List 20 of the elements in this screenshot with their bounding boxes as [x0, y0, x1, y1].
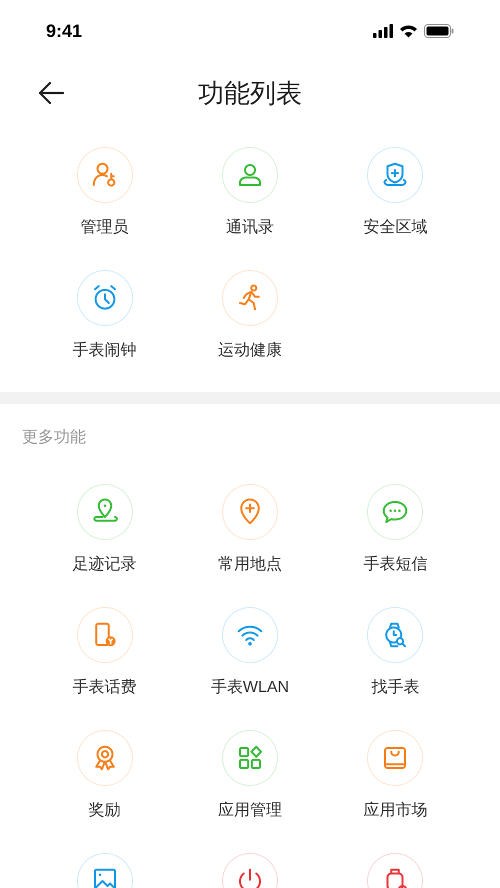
- wifi-icon: [399, 24, 418, 38]
- function-label: 应用管理: [218, 800, 282, 821]
- function-label: 奖励: [88, 801, 121, 821]
- function-label: 手表话费: [72, 678, 137, 698]
- signal-icon: [373, 24, 393, 38]
- function-label: 管理员: [80, 218, 129, 238]
- function-label: 安全区域: [363, 218, 428, 238]
- function-label: 足迹记录: [72, 554, 137, 575]
- function-label: 运动健康: [218, 340, 282, 361]
- function-label: 通讯录: [226, 218, 274, 238]
- function-label: 找手表: [371, 678, 420, 698]
- function-label: 手表WLAN: [210, 678, 290, 698]
- status-time: 9:41: [46, 20, 82, 42]
- battery-icon: [424, 24, 454, 38]
- function-label: 手表闹钟: [72, 340, 137, 361]
- section-title: 更多功能: [22, 429, 86, 446]
- function-label: 应用市场: [363, 800, 428, 821]
- function-label: 手表短信: [363, 554, 428, 575]
- page-title: 功能列表: [198, 76, 302, 110]
- function-label: 常用地点: [218, 554, 282, 575]
